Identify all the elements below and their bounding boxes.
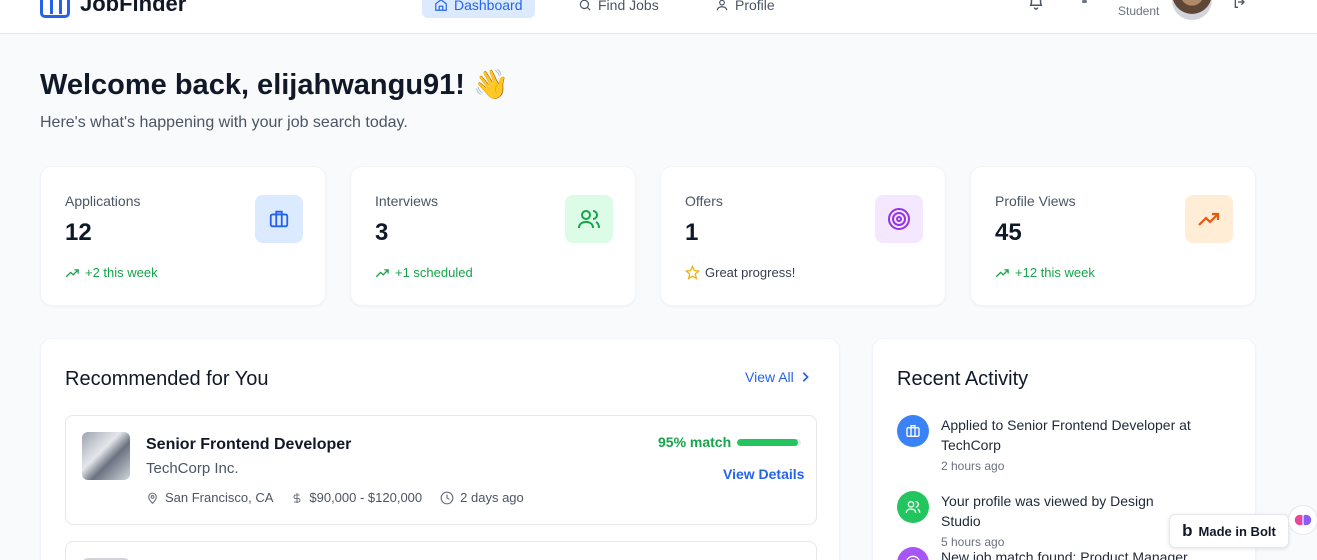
- bell-icon[interactable]: [1027, 0, 1045, 10]
- made-in-bolt-label: Made in Bolt: [1198, 523, 1276, 539]
- activity-icon: [897, 415, 929, 447]
- activity-time: 2 hours ago: [941, 459, 1005, 473]
- job-card[interactable]: [65, 541, 817, 560]
- nav-find-jobs[interactable]: Find Jobs: [566, 0, 671, 18]
- job-meta: San Francisco, CA $90,000 - $120,000 2 d…: [146, 490, 524, 505]
- view-all-link[interactable]: View All: [745, 369, 810, 385]
- view-all-label: View All: [745, 369, 794, 385]
- stat-label: Applications: [65, 193, 141, 209]
- job-location: San Francisco, CA: [146, 490, 273, 505]
- job-company: TechCorp Inc.: [146, 460, 239, 477]
- activity-icon: [897, 491, 929, 523]
- job-posted: 2 days ago: [440, 490, 524, 505]
- recommended-title: Recommended for You: [65, 368, 269, 390]
- stat-icon-box: [565, 195, 613, 243]
- stat-trend-text: +12 this week: [1015, 265, 1095, 280]
- clock-icon: [440, 491, 454, 504]
- stat-trend: Great progress!: [685, 265, 795, 280]
- search-icon: [579, 0, 591, 11]
- brain-glyph-icon: [1294, 514, 1312, 526]
- logout-icon[interactable]: [1232, 0, 1248, 10]
- stat-icon-box: [875, 195, 923, 243]
- stat-trend: +2 this week: [65, 265, 158, 280]
- brain-icon[interactable]: [1288, 505, 1317, 535]
- app-name: JobFinder: [80, 0, 187, 16]
- stat-card-interviews: Interviews 3 +1 scheduled: [350, 166, 636, 306]
- activity-item: Your profile was viewed by Design Studio…: [897, 491, 1197, 549]
- stat-card-applications: Applications 12 +2 this week: [40, 166, 326, 306]
- top-navbar: JobFinder Dashboard Find Jobs Profile St…: [0, 0, 1317, 34]
- stat-trend-text: +2 this week: [85, 265, 158, 280]
- stat-trend-text: +1 scheduled: [395, 265, 473, 280]
- avatar[interactable]: [1172, 0, 1212, 20]
- activity-text: Your profile was viewed by Design Studio: [941, 493, 1154, 529]
- stat-label: Offers: [685, 193, 723, 209]
- nav-find-jobs-label: Find Jobs: [598, 0, 659, 13]
- view-details-link[interactable]: View Details: [723, 466, 804, 482]
- username-fragment: [1082, 0, 1087, 3]
- job-location-text: San Francisco, CA: [165, 490, 274, 505]
- stat-value: 3: [375, 219, 389, 246]
- job-image: [82, 432, 130, 480]
- brand[interactable]: JobFinder: [40, 0, 186, 18]
- trending-up-icon: [1198, 212, 1220, 226]
- stat-icon-box: [1185, 195, 1233, 243]
- home-icon: [435, 0, 447, 11]
- target-icon: [888, 208, 910, 230]
- trending-up-icon: [995, 268, 1009, 277]
- bolt-logo-icon: b: [1182, 521, 1193, 540]
- stat-value: 1: [685, 219, 699, 246]
- stat-value: 45: [995, 219, 1022, 246]
- stat-card-profile-views: Profile Views 45 +12 this week: [970, 166, 1256, 306]
- recent-activity-title: Recent Activity: [897, 368, 1029, 390]
- trending-up-icon: [375, 268, 389, 277]
- nav-dashboard-label: Dashboard: [454, 0, 523, 13]
- trending-up-icon: [65, 268, 79, 277]
- stat-card-offers: Offers 1 Great progress!: [660, 166, 946, 306]
- users-icon: [578, 210, 600, 229]
- stat-value: 12: [65, 219, 92, 246]
- nav-profile-label: Profile: [735, 0, 775, 13]
- briefcase-icon: [269, 210, 289, 228]
- made-in-bolt-badge[interactable]: b Made in Bolt: [1169, 514, 1289, 548]
- recommended-panel: Recommended for You View All Senior Fron…: [40, 338, 840, 560]
- user-icon: [716, 0, 728, 11]
- job-salary-text: $90,000 - $120,000: [309, 490, 423, 505]
- page-title: Welcome back, elijahwangu91! 👋: [40, 69, 510, 101]
- match-progress-fill: [737, 439, 798, 446]
- map-pin-icon: [148, 492, 157, 504]
- activity-item: New job match found: Product Manager at: [897, 547, 1197, 560]
- job-salary: $90,000 - $120,000: [291, 490, 422, 505]
- stat-trend-text: Great progress!: [705, 265, 796, 280]
- job-title: Senior Frontend Developer: [146, 436, 352, 453]
- page-subtitle: Here's what's happening with your job se…: [40, 114, 408, 131]
- stat-label: Interviews: [375, 193, 439, 209]
- match-score: 95% match: [658, 434, 732, 450]
- chevron-right-icon: [802, 372, 809, 382]
- nav-profile[interactable]: Profile: [703, 0, 787, 18]
- stat-trend: +12 this week: [995, 265, 1095, 280]
- activity-text: New job match found: Product Manager at: [941, 549, 1188, 560]
- briefcase-logo-icon: [40, 0, 70, 18]
- job-posted-text: 2 days ago: [460, 490, 524, 505]
- stat-icon-box: [255, 195, 303, 243]
- briefcase-icon: [906, 425, 920, 437]
- target-icon: [906, 555, 920, 560]
- activity-text: Applied to Senior Frontend Developer at …: [941, 417, 1191, 453]
- stat-trend: +1 scheduled: [375, 265, 473, 280]
- nav-dashboard[interactable]: Dashboard: [422, 0, 535, 18]
- star-icon: [685, 265, 700, 280]
- job-card[interactable]: Senior Frontend Developer TechCorp Inc. …: [65, 415, 817, 525]
- stat-label: Profile Views: [995, 193, 1076, 209]
- activity-icon: [897, 547, 929, 560]
- match-progress-bar: [737, 439, 801, 446]
- activity-item: Applied to Senior Frontend Developer at …: [897, 415, 1197, 473]
- user-role: Student: [1118, 4, 1160, 18]
- dollar-icon: [293, 492, 301, 503]
- users-icon: [905, 501, 921, 514]
